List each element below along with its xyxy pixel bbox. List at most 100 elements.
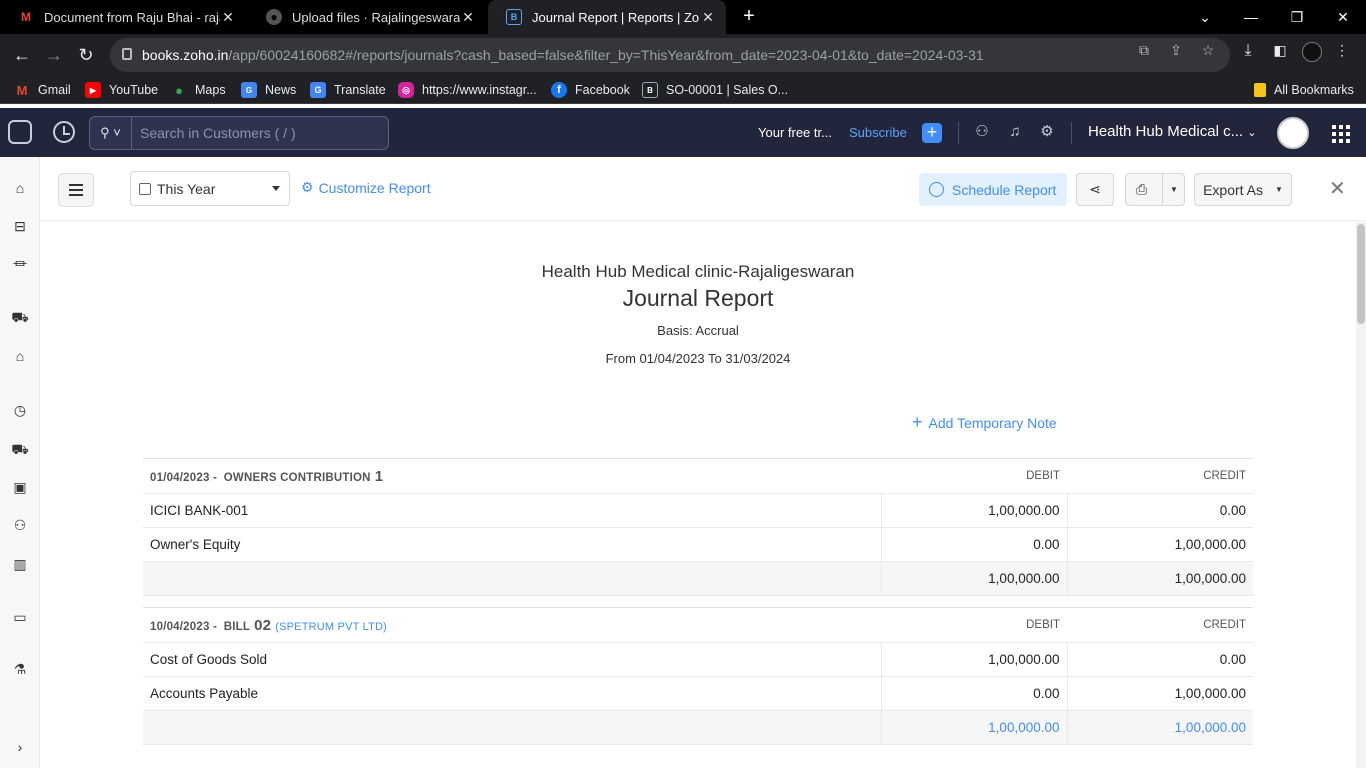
integrations-icon[interactable]: ⚗ — [10, 659, 30, 679]
print-button[interactable]: ⎙ ▼ — [1125, 173, 1185, 206]
zoho-books-logo[interactable] — [8, 120, 32, 144]
tax-icon[interactable]: ▣ — [10, 477, 30, 497]
total-debit: 1,00,000.00 — [880, 561, 1067, 596]
delivery-truck-icon[interactable]: ⛟ — [10, 439, 30, 459]
translate-icon[interactable]: ⧉ — [1134, 42, 1154, 62]
bookmark-label: All Bookmarks — [1274, 83, 1354, 97]
zoho-books-icon: B — [506, 9, 522, 25]
bookmark-label: YouTube — [109, 83, 159, 97]
total-debit[interactable]: 1,00,000.00 — [880, 710, 1067, 745]
forward-icon[interactable]: → — [42, 43, 66, 67]
bookmark-youtube[interactable]: ▶ YouTube — [85, 81, 158, 99]
home-icon[interactable]: ⌂ — [10, 178, 30, 198]
bookmark-sales-order[interactable]: B SO-00001 | Sales O... — [642, 81, 788, 99]
search-input[interactable]: ⚲ ˅ Search in Customers ( / ) — [89, 116, 389, 150]
bookmark-gmail[interactable]: M Gmail — [14, 81, 71, 99]
close-tab-icon[interactable]: ✕ — [220, 9, 236, 26]
browser-tab-gmail[interactable]: M Document from Raju Bhai - raja ✕ — [0, 0, 246, 34]
hamburger-menu-icon[interactable] — [58, 173, 94, 207]
address-bar[interactable]: books.zoho.in/app/60024160682#/reports/j… — [110, 38, 1230, 72]
total-label-cell — [143, 561, 881, 596]
quick-create-icon[interactable]: + — [922, 123, 942, 143]
bookmark-maps[interactable]: ● Maps — [171, 81, 226, 99]
schedule-report-button[interactable]: Schedule Report — [919, 173, 1067, 206]
github-icon: ● — [266, 9, 282, 25]
add-temporary-note-button[interactable]: + Add Temporary Note — [912, 412, 1057, 433]
period-select[interactable]: This Year — [130, 171, 290, 206]
bookmark-news[interactable]: G News — [241, 81, 296, 99]
reload-icon[interactable]: ↻ — [74, 43, 98, 67]
restore-icon[interactable]: ❐ — [1274, 0, 1320, 34]
new-tab-icon[interactable]: + — [738, 6, 760, 28]
debit-value: 1,00,000.00 — [880, 493, 1067, 528]
bookmark-instagram[interactable]: ◎ https://www.instagr... — [398, 81, 537, 99]
entry-vendor-link[interactable]: (SPETRUM PVT LTD) — [275, 621, 387, 633]
debit-header: DEBIT — [881, 458, 1067, 494]
customize-report-button[interactable]: ⚙ Customize Report — [301, 179, 431, 196]
debit-header: DEBIT — [881, 607, 1067, 643]
report-org-name: Health Hub Medical clinic-Rajaligeswaran — [541, 262, 855, 281]
scrollbar-thumb[interactable] — [1357, 224, 1365, 324]
subscribe-link[interactable]: Subscribe — [849, 125, 907, 140]
entry-type: OWNERS CONTRIBUTION — [223, 471, 371, 484]
search-icon[interactable]: ⚲ ˅ — [90, 117, 132, 149]
debit-value: 0.00 — [880, 676, 1067, 711]
organization-switcher[interactable]: Health Hub Medical c... ⌄ — [1088, 123, 1256, 140]
all-bookmarks[interactable]: All Bookmarks — [1254, 81, 1354, 99]
browser-tab-github[interactable]: ● Upload files · Rajalingeswaran/H ✕ — [248, 0, 486, 34]
bookmark-label: Gmail — [38, 83, 71, 97]
close-tab-icon[interactable]: ✕ — [700, 9, 716, 26]
total-credit[interactable]: 1,00,000.00 — [1066, 710, 1253, 745]
print-dropdown-icon[interactable]: ▼ — [1162, 174, 1185, 205]
tab-search-chevron-icon[interactable]: ⌄ — [1182, 0, 1228, 34]
expand-sidebar-chevron-icon[interactable]: › — [10, 737, 30, 757]
report-scrollbar[interactable] — [1356, 222, 1366, 768]
search-placeholder: Search in Customers ( / ) — [140, 125, 296, 141]
bookmark-label: Facebook — [575, 83, 630, 97]
back-icon[interactable]: ← — [10, 43, 34, 67]
account-name: Cost of Goods Sold — [143, 642, 881, 677]
documents-folder-icon[interactable]: ▭ — [10, 607, 30, 627]
browser-tab-zoho[interactable]: B Journal Report | Reports | Zoho B ✕ — [488, 0, 726, 34]
app-launcher-icon[interactable] — [1332, 125, 1350, 143]
export-label: Export As — [1203, 181, 1263, 198]
translate-icon: G — [310, 82, 326, 98]
close-window-icon[interactable]: ✕ — [1320, 0, 1366, 34]
user-avatar[interactable] — [1277, 117, 1309, 149]
accountant-icon[interactable]: ⚇ — [10, 515, 30, 535]
users-icon[interactable]: ⚇ — [972, 122, 992, 142]
time-tracking-icon[interactable]: ◷ — [10, 400, 30, 420]
settings-gear-icon[interactable]: ⚙ — [1037, 122, 1057, 142]
sales-cart-icon[interactable]: ⛟ — [10, 307, 30, 327]
add-note-label: Add Temporary Note — [928, 415, 1057, 431]
close-report-icon[interactable]: ✕ — [1329, 179, 1346, 199]
bookmark-translate[interactable]: G Translate — [310, 81, 386, 99]
gmail-icon: M — [21, 10, 31, 24]
purchases-bag-icon[interactable]: ⌂ — [10, 346, 30, 366]
minimize-icon[interactable]: — — [1228, 0, 1274, 34]
entry-number[interactable]: 1 — [375, 468, 384, 485]
profile-avatar-icon[interactable] — [1302, 42, 1322, 62]
printer-icon: ⎙ — [1136, 181, 1148, 197]
bookmark-star-icon[interactable]: ☆ — [1198, 42, 1218, 62]
bookmark-facebook[interactable]: f Facebook — [551, 81, 630, 99]
more-menu-icon[interactable]: ⋮ — [1332, 42, 1352, 62]
download-icon[interactable]: ⤓ — [1238, 42, 1258, 62]
export-as-button[interactable]: Export As ▼ — [1194, 173, 1292, 206]
banking-icon[interactable]: ⏛ — [10, 254, 30, 274]
share-button[interactable]: ⋖ — [1076, 173, 1114, 206]
recent-history-icon[interactable] — [53, 121, 75, 143]
side-panel-icon[interactable]: ◧ — [1270, 42, 1290, 62]
share-icon[interactable]: ⇪ — [1166, 42, 1186, 62]
debit-value: 1,00,000.00 — [880, 642, 1067, 677]
entry-number[interactable]: 02 — [254, 617, 271, 634]
calendar-icon — [139, 182, 151, 195]
items-icon[interactable]: ⊟ — [10, 216, 30, 236]
bookmark-label: Maps — [195, 83, 226, 97]
notification-bell-icon[interactable]: ♫ — [1005, 122, 1025, 142]
close-tab-icon[interactable]: ✕ — [460, 9, 476, 26]
folder-icon — [1254, 83, 1266, 97]
reports-chart-icon[interactable]: ▥ — [10, 554, 30, 574]
account-name: Accounts Payable — [143, 676, 881, 711]
chevron-down-icon: ⌄ — [1247, 127, 1257, 139]
